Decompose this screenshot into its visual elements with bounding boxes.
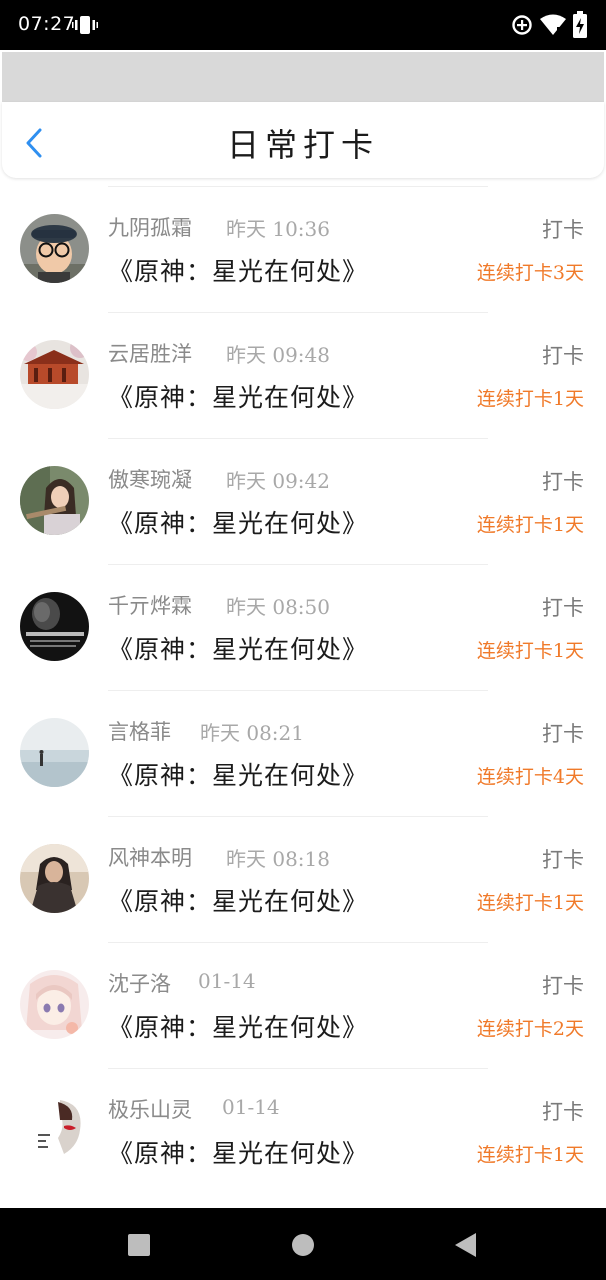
vibrate-icon: [72, 14, 98, 40]
avatar[interactable]: [20, 340, 89, 409]
streak-label: 连续打卡1天: [476, 640, 584, 662]
streak-label: 连续打卡2天: [476, 1018, 584, 1040]
divider: [108, 186, 488, 187]
checkin-label: 打卡: [542, 848, 584, 872]
checkin-time: 昨天 10:36: [226, 217, 330, 241]
status-time: 07:27: [18, 13, 76, 35]
streak-label: 连续打卡1天: [476, 388, 584, 410]
streak-label: 连续打卡1天: [476, 1144, 584, 1166]
navigation-bar: [0, 1208, 606, 1280]
divider: [108, 942, 488, 943]
checkin-time: 昨天 08:50: [226, 595, 330, 619]
home-button[interactable]: [291, 1233, 315, 1261]
streak-label: 连续打卡1天: [476, 892, 584, 914]
checkin-time: 01-14: [198, 969, 256, 993]
streak-label: 连续打卡3天: [476, 262, 584, 284]
divider: [108, 1068, 488, 1069]
checkin-label: 打卡: [542, 596, 584, 620]
user-name: 言格菲: [108, 720, 171, 744]
recents-button[interactable]: [127, 1233, 151, 1261]
avatar[interactable]: [20, 214, 89, 283]
checkin-item[interactable]: 极乐山灵 01-14 《原神：星光在何处》 打卡 连续打卡1天: [0, 1068, 606, 1194]
book-title: 《原神：星光在何处》: [108, 257, 369, 286]
wifi-icon: [540, 14, 566, 40]
avatar[interactable]: [20, 1096, 89, 1165]
divider: [108, 564, 488, 565]
divider: [108, 438, 488, 439]
book-title: 《原神：星光在何处》: [108, 509, 369, 538]
avatar[interactable]: [20, 844, 89, 913]
book-title: 《原神：星光在何处》: [108, 887, 369, 916]
checkin-item[interactable]: 九阴孤霜 昨天 10:36 《原神：星光在何处》 打卡 连续打卡3天: [0, 186, 606, 312]
user-name: 九阴孤霜: [108, 216, 192, 240]
book-title: 《原神：星光在何处》: [108, 761, 369, 790]
checkin-item[interactable]: 言格菲 昨天 08:21 《原神：星光在何处》 打卡 连续打卡4天: [0, 690, 606, 816]
checkin-time: 昨天 08:21: [200, 721, 304, 745]
checkin-item[interactable]: 千亓烨霖 昨天 08:50 《原神：星光在何处》 打卡 连续打卡1天: [0, 564, 606, 690]
avatar[interactable]: [20, 592, 89, 661]
streak-label: 连续打卡4天: [476, 766, 584, 788]
checkin-item[interactable]: 沈子洛 01-14 《原神：星光在何处》 打卡 连续打卡2天: [0, 942, 606, 1068]
checkin-time: 01-14: [222, 1095, 280, 1119]
battery-icon: [572, 11, 588, 43]
avatar[interactable]: [20, 970, 89, 1039]
book-title: 《原神：星光在何处》: [108, 1139, 369, 1168]
status-bar: 07:27: [0, 0, 606, 50]
data-saver-icon: [510, 13, 534, 41]
header: 日常打卡: [2, 102, 604, 178]
divider: [108, 816, 488, 817]
book-title: 《原神：星光在何处》: [108, 635, 369, 664]
checkin-item[interactable]: 傲寒琬凝 昨天 09:42 《原神：星光在何处》 打卡 连续打卡1天: [0, 438, 606, 564]
page-title: 日常打卡: [226, 126, 379, 164]
divider: [108, 690, 488, 691]
avatar[interactable]: [20, 718, 89, 787]
triangle-back-icon: [455, 1233, 476, 1257]
divider: [108, 312, 488, 313]
checkin-label: 打卡: [542, 722, 584, 746]
square-icon: [128, 1234, 150, 1256]
checkin-item[interactable]: 风神本明 昨天 08:18 《原神：星光在何处》 打卡 连续打卡1天: [0, 816, 606, 942]
user-name: 风神本明: [108, 846, 192, 870]
checkin-time: 昨天 08:18: [226, 847, 330, 871]
checkin-label: 打卡: [542, 1100, 584, 1124]
book-title: 《原神：星光在何处》: [108, 1013, 369, 1042]
checkin-item[interactable]: 云居胜洋 昨天 09:48 《原神：星光在何处》 打卡 连续打卡1天: [0, 312, 606, 438]
user-name: 极乐山灵: [108, 1098, 192, 1122]
back-nav-button[interactable]: [454, 1232, 478, 1262]
checkin-time: 昨天 09:42: [226, 469, 330, 493]
user-name: 沈子洛: [108, 972, 171, 996]
streak-label: 连续打卡1天: [476, 514, 584, 536]
circle-icon: [292, 1234, 314, 1256]
top-gray-band: [2, 52, 604, 102]
checkin-label: 打卡: [542, 218, 584, 242]
avatar[interactable]: [20, 466, 89, 535]
user-name: 云居胜洋: [108, 342, 192, 366]
user-name: 千亓烨霖: [108, 594, 192, 618]
checkin-list: 九阴孤霜 昨天 10:36 《原神：星光在何处》 打卡 连续打卡3天 云居胜洋 …: [0, 186, 606, 1194]
checkin-time: 昨天 09:48: [226, 343, 330, 367]
checkin-label: 打卡: [542, 470, 584, 494]
checkin-label: 打卡: [542, 974, 584, 998]
checkin-label: 打卡: [542, 344, 584, 368]
user-name: 傲寒琬凝: [108, 468, 192, 492]
book-title: 《原神：星光在何处》: [108, 383, 369, 412]
